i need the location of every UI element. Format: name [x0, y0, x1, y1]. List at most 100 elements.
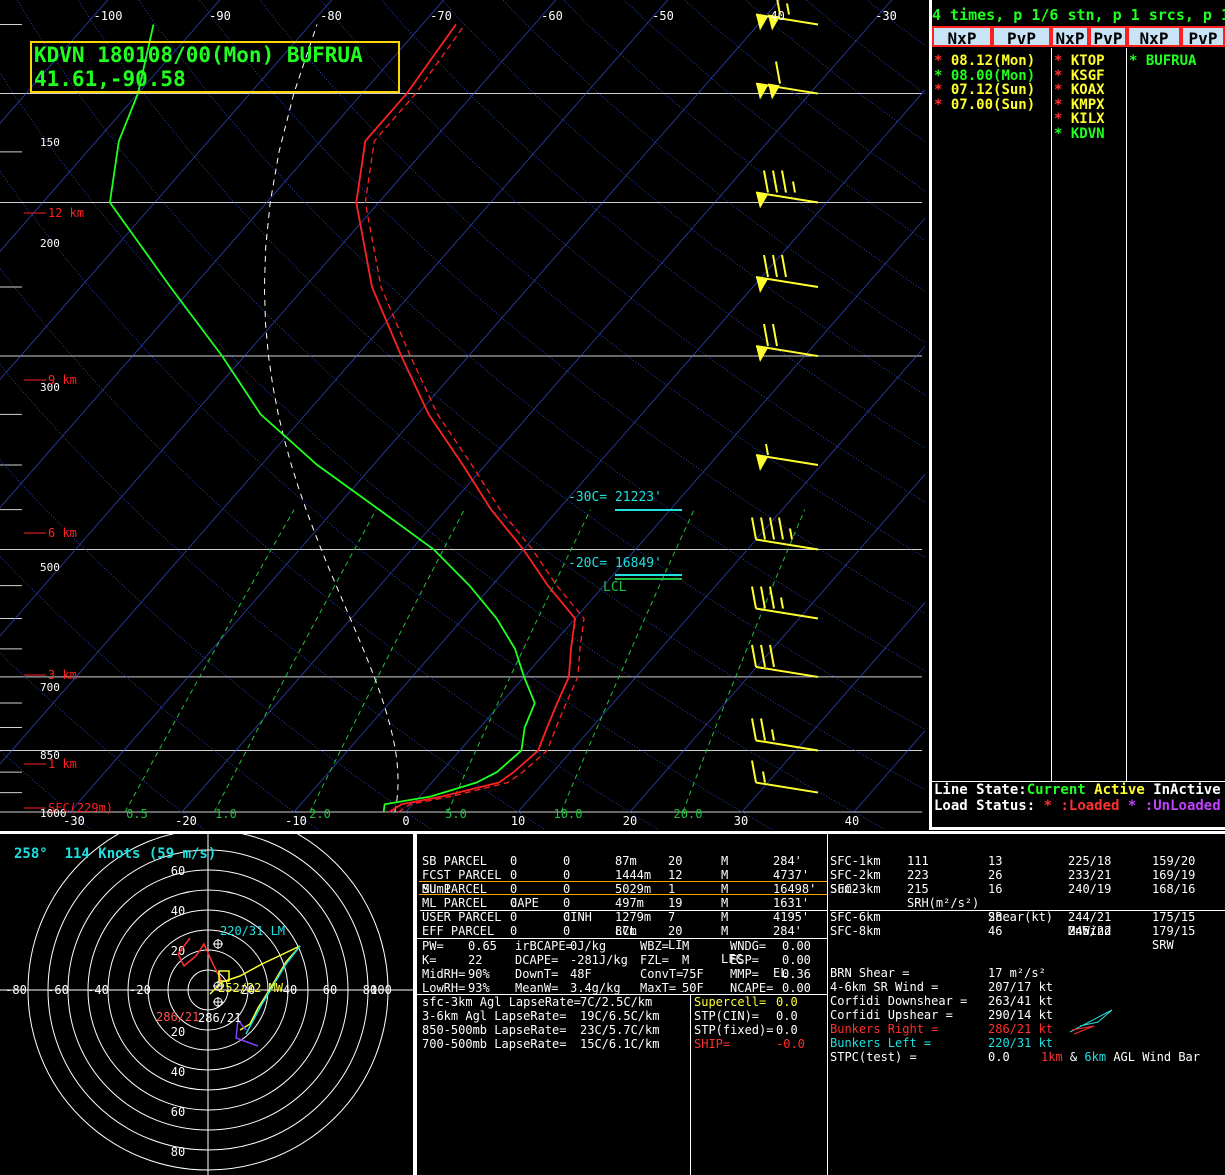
wind-barb — [755, 254, 819, 294]
sum1-misc-row-cell: WNDG= — [730, 939, 767, 953]
sum1-misc-row-cell: MidRH= — [422, 967, 466, 981]
station-item[interactable]: * KMPX — [1054, 97, 1105, 113]
bunkers-marker — [213, 997, 223, 1007]
wind-barb — [751, 586, 819, 620]
sum1-misc-row-cell: WBZ= — [640, 939, 669, 953]
bunkers-vector-icon — [1069, 1009, 1113, 1035]
dry-adiabat — [0, 459, 433, 830]
sum1-lapse-row-cell: 3-6km Agl LapseRate= — [422, 1009, 567, 1023]
sum2-misc-row: Corfidi Downshear = 263/41 kt — [830, 994, 1225, 1008]
sum1-misc-row-cell: NCAPE= — [730, 981, 774, 995]
mixing-ratio-line — [560, 509, 695, 813]
sum2-row-cell: 168/16 — [1152, 882, 1196, 896]
station-item[interactable]: * KDVN — [1054, 126, 1105, 142]
station-list: * KTOP * KSGF * KOAX * KMPX * KILX * KDV… — [1054, 54, 1105, 141]
dry-adiabat — [866, 0, 925, 46]
isotherm — [69, 0, 781, 813]
bottom-temp-tick: 10 — [511, 814, 525, 828]
sum2-misc-row: BRN Shear = 17 m²/s² — [830, 966, 1225, 980]
temperature-dashed-trace — [364, 24, 585, 813]
sum2-row-cell: 13 — [988, 854, 1003, 868]
level-m30-marker — [615, 509, 682, 511]
hodo-rm-label: 286/21 — [156, 1010, 200, 1024]
time-item[interactable]: * 07.12(Sun) — [934, 83, 1035, 98]
sum1-row-cell: 20 — [668, 924, 683, 938]
time-prev-button[interactable]: PvP — [992, 26, 1051, 48]
dry-adiabat — [0, 652, 206, 830]
sum2-row-cell: SFC-1km — [830, 854, 881, 868]
sum2-row-cell: 26 — [988, 868, 1003, 882]
dry-adiabat — [381, 0, 925, 449]
mu-parcel-highlight — [419, 881, 828, 895]
sum2-row: SFC-1km 111 13 225/18 159/20 — [830, 854, 1225, 868]
time-item[interactable]: * 08.00(Mon) — [934, 68, 1035, 84]
sum2-row-cell: 223 — [907, 868, 929, 882]
station-item[interactable]: * KSGF — [1054, 68, 1105, 84]
station-item[interactable]: * KILX — [1054, 112, 1105, 127]
sum1-misc-row: LowRH= 93% MeanW= 3.4g/kg MaxT= 50F NCAPE= 0.00 — [420, 981, 828, 995]
time-item[interactable]: * 07.00(Sun) — [934, 97, 1035, 113]
sum1-lapse-row-cell: 7C/2.5C/km — [580, 995, 653, 1009]
sum2-row-cell: 179/15 — [1152, 924, 1196, 938]
sum2-row-cell: 159/20 — [1152, 854, 1196, 868]
sum2-row-cell: SFC-2km — [830, 868, 881, 882]
sum1-misc-row-cell: 0J/kg — [570, 939, 607, 953]
sum1-misc-row-cell: ESP= — [730, 953, 759, 967]
sum1-row-cell: SB PARCEL — [422, 854, 488, 868]
top-temp-tick: -30 — [875, 9, 897, 23]
hodo-x-label: -20 — [129, 983, 151, 997]
sum2-misc-row-cell: Corfidi Upshear = — [830, 1008, 953, 1022]
sum1-misc-row-cell: 3.4g/kg — [570, 981, 621, 995]
sum1-row-cell: 12 — [668, 868, 683, 882]
hodo-wind-readout: 258° 114 Knots (59 m/s) — [14, 846, 217, 862]
isotherm — [181, 0, 893, 813]
mixing-ratio-label: 5.0 — [445, 807, 467, 821]
bottom-temp-tick: 0 — [402, 814, 409, 828]
sum2-misc-row: Bunkers Left = 220/31 kt — [830, 1036, 1225, 1050]
sum1-row-cell: 0 — [563, 924, 571, 938]
station-prev-button[interactable]: PvP — [1089, 26, 1127, 48]
sum2-row-cell: 175/15 — [1152, 910, 1196, 924]
sum2-misc-row: Bunkers Right = 286/21 kt — [830, 1022, 1225, 1036]
sum1-row-cell: M — [721, 868, 729, 882]
station-next-button[interactable]: NxP — [1051, 26, 1089, 48]
bunkers-marker — [213, 939, 223, 949]
top-temp-tick: -70 — [430, 9, 452, 23]
sum1-row-cell: 4195' — [773, 910, 810, 924]
level-m20-marker — [615, 574, 682, 576]
sum1-misc-row-cell: 22 — [468, 953, 483, 967]
sum1-misc-row-cell: PW= — [422, 939, 444, 953]
time-next-button[interactable]: NxP — [932, 26, 992, 48]
sum2-misc-row-cell: Bunkers Right = — [830, 1022, 939, 1036]
sum2-row-cell: SFC-3km — [830, 882, 881, 896]
sum1-lapse-row-cell: 850-500mb LapseRate= — [422, 1023, 567, 1037]
sum1-row-cell: 0 — [563, 868, 571, 882]
source-item[interactable]: * BUFRUA — [1129, 54, 1196, 69]
sum1-row-cell: M — [721, 896, 729, 910]
time-item[interactable]: * 08.12(Mon) — [934, 54, 1035, 69]
sum2-row: SFC-2km 223 26 233/21 169/19 — [830, 868, 1225, 882]
source-list: * BUFRUA — [1129, 54, 1196, 69]
station-item[interactable]: * KTOP — [1054, 54, 1105, 69]
sum1-row-cell: 0 — [563, 896, 571, 910]
source-prev-button[interactable]: PvP — [1181, 26, 1225, 48]
sum1-row-cell: 0 — [510, 924, 518, 938]
sum1-misc-row-cell: 75F — [682, 967, 704, 981]
sum1-row-cell: M — [721, 854, 729, 868]
source-next-button[interactable]: NxP — [1127, 26, 1181, 48]
sum1-misc-row-cell: 0.36 — [782, 967, 811, 981]
hodo-mw-label: 252/22 MW — [218, 981, 284, 995]
sum2-misc-row-cell: 220/31 kt — [988, 1036, 1054, 1050]
hodo-trace-low — [177, 937, 223, 983]
sum1-row-cell: EFF PARCEL — [422, 924, 495, 938]
load-status: Load Status: * :Loaded * :UnLoaded — [934, 798, 1221, 814]
mixing-ratio-label: 10.0 — [554, 807, 583, 821]
station-item[interactable]: * KOAX — [1054, 83, 1105, 98]
sum1-row-cell: 0 — [510, 868, 518, 882]
hodo-y-label: 60 — [171, 864, 185, 878]
sum1-row-cell: 0 — [510, 854, 518, 868]
sum2-row-cell: 225/18 — [1068, 854, 1112, 868]
dry-adiabat — [0, 555, 320, 830]
sum1-misc-row-cell: 93% — [468, 981, 490, 995]
hodo-y-label: 40 — [171, 1065, 185, 1079]
